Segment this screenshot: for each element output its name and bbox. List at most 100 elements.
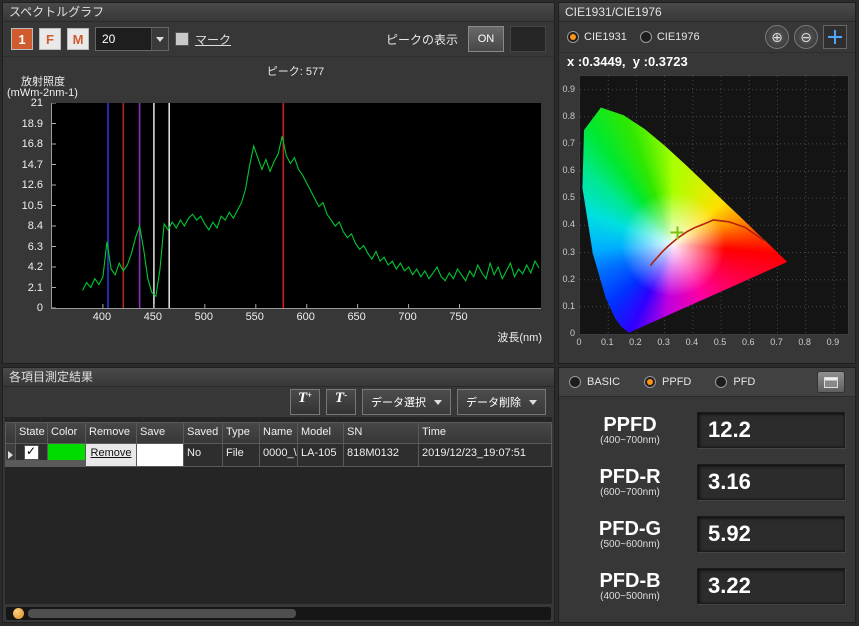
pfd-radio[interactable] — [715, 376, 727, 388]
y-axis-tick-label: 14.7 — [22, 159, 43, 171]
zoom-in-button[interactable]: ⊕ — [765, 25, 789, 49]
col-header-state: State — [16, 423, 47, 443]
metric-label: PPFD — [567, 415, 693, 435]
col-header-save: Save — [137, 423, 183, 443]
metric-label: PFD-G — [567, 519, 693, 539]
chromaticity-coords: x :0.3449, y :0.3723 — [559, 53, 855, 71]
col-header-time: Time — [419, 423, 551, 443]
cie1931-radio-label[interactable]: CIE1931 — [584, 31, 627, 43]
ppfd-radio[interactable] — [644, 376, 656, 388]
x-axis-tick-label: 450 — [136, 311, 170, 323]
font-increase-button[interactable]: T+ — [290, 389, 320, 415]
peak-annotation: ピーク: 577 — [51, 63, 540, 79]
col-header-type: Type — [223, 423, 259, 443]
col-header-name: Name — [260, 423, 297, 443]
zoom-out-button[interactable]: ⊖ — [794, 25, 818, 49]
cie-x-tick-label: 0.2 — [626, 337, 644, 347]
cie-x-tick-label: 0.3 — [655, 337, 673, 347]
metric-value: 12.2 — [697, 412, 845, 448]
row-save-cell[interactable] — [137, 444, 183, 466]
x-axis-tick-label: 650 — [340, 311, 374, 323]
ppfd-radio-label[interactable]: PPFD — [662, 376, 691, 388]
graph-mode-icon — [824, 377, 838, 388]
cie-y-tick-label: 0.7 — [562, 138, 575, 148]
zoom-in-icon: ⊕ — [771, 30, 783, 44]
font-increase-label: T — [298, 390, 307, 407]
spectrum-trace — [83, 136, 539, 296]
row-selector-arrow[interactable] — [6, 444, 15, 460]
peak-display-on-button[interactable]: ON — [468, 26, 504, 52]
y-axis-tick-label: 2.1 — [28, 282, 43, 294]
col-header-remove: Remove — [86, 423, 136, 443]
fit-view-icon — [828, 30, 842, 44]
basic-radio[interactable] — [569, 376, 581, 388]
fit-view-button[interactable] — [823, 25, 847, 49]
mode-m-button[interactable]: M — [67, 28, 89, 50]
metric-range: (600~700nm) — [567, 487, 693, 498]
mark-label[interactable]: マーク — [195, 31, 231, 48]
row-remove-button[interactable]: Remove — [86, 444, 136, 466]
row-name-cell: 0000_\ — [260, 444, 297, 466]
cie-x-tick-label: 0.5 — [711, 337, 729, 347]
y-axis-tick-label: 0 — [37, 302, 43, 314]
cie-y-tick-label: 0.1 — [562, 301, 575, 311]
mark-checkbox[interactable] — [175, 32, 189, 46]
ppfd-mode-row: BASIC PPFD PFD — [559, 368, 855, 397]
basic-radio-label[interactable]: BASIC — [587, 376, 620, 388]
data-select-button[interactable]: データ選択 — [362, 389, 451, 415]
cie-x-tick-label: 0.6 — [739, 337, 757, 347]
cie-panel-title: CIE1931/CIE1976 — [559, 3, 855, 22]
cie1976-radio[interactable] — [640, 31, 652, 43]
cie-y-axis: 00.10.20.30.40.50.60.70.80.9 — [559, 75, 577, 333]
pfd-radio-label[interactable]: PFD — [733, 376, 755, 388]
col-header-color: Color — [48, 423, 85, 443]
y-axis-tick-label: 4.2 — [28, 261, 43, 273]
metric-value: 3.22 — [697, 568, 845, 604]
cie-x-tick-label: 0.7 — [767, 337, 785, 347]
interval-select[interactable]: 20 — [95, 27, 169, 51]
col-header-sn: SN — [344, 423, 418, 443]
row-color-cell[interactable] — [48, 444, 85, 460]
cie1976-radio-label[interactable]: CIE1976 — [657, 31, 700, 43]
table-corner-cell — [6, 423, 15, 443]
ppfd-panel: BASIC PPFD PFD PPFD (400~700nm) 12.2 PFD… — [558, 367, 856, 623]
font-decrease-button[interactable]: T- — [326, 389, 356, 415]
cie-diagram — [579, 75, 849, 335]
chevron-down-icon — [151, 28, 168, 50]
data-delete-button[interactable]: データ削除 — [457, 389, 546, 415]
results-panel-title: 各項目測定結果 — [3, 368, 554, 387]
cie-panel: CIE1931/CIE1976 CIE1931 CIE1976 ⊕ ⊖ x :0… — [558, 2, 856, 364]
col-header-saved: Saved — [184, 423, 222, 443]
peak-display-off-button[interactable] — [510, 26, 546, 52]
metric-range: (400~700nm) — [567, 435, 693, 446]
mode-1-button[interactable]: 1 — [11, 28, 33, 50]
cie-y-tick-label: 0.6 — [562, 165, 575, 175]
y-axis-tick-label: 21 — [31, 97, 43, 109]
metric-pfd-b: PFD-B (400~500nm) 3.22 — [567, 562, 845, 610]
row-type-cell: File — [223, 444, 259, 466]
spectrum-x-axis: 400450500550600650700750 — [51, 311, 540, 325]
mode-f-button[interactable]: F — [39, 28, 61, 50]
x-axis-tick-label: 400 — [85, 311, 119, 323]
minus-icon: - — [344, 390, 347, 400]
cie-x-tick-label: 0.4 — [683, 337, 701, 347]
peak-display-label: ピークの表示 — [386, 31, 458, 48]
metric-pfd-r: PFD-R (600~700nm) 3.16 — [567, 458, 845, 506]
cie-y-tick-label: 0.3 — [562, 247, 575, 257]
scrollbar-thumb[interactable] — [28, 609, 296, 618]
metric-ppfd: PPFD (400~700nm) 12.2 — [567, 406, 845, 454]
horizontal-scrollbar[interactable] — [6, 607, 551, 620]
col-header-model: Model — [298, 423, 343, 443]
row-state-cell — [16, 444, 47, 460]
scrollbar-knob[interactable] — [13, 608, 24, 619]
app-window: スペクトルグラフ 1 F M 20 マーク ピークの表示 ON ピーク: 577… — [0, 0, 859, 626]
x-axis-tick-label: 750 — [442, 311, 476, 323]
spectrum-svg — [52, 103, 541, 308]
graph-mode-button[interactable] — [817, 371, 845, 393]
y-axis-tick-label: 12.6 — [22, 179, 43, 191]
cie1931-radio[interactable] — [567, 31, 579, 43]
metric-range: (400~500nm) — [567, 591, 693, 602]
cie-x-axis: 00.10.20.30.40.50.60.70.80.9 — [579, 337, 847, 349]
state-checkbox[interactable] — [24, 445, 39, 460]
interval-value: 20 — [96, 32, 151, 46]
